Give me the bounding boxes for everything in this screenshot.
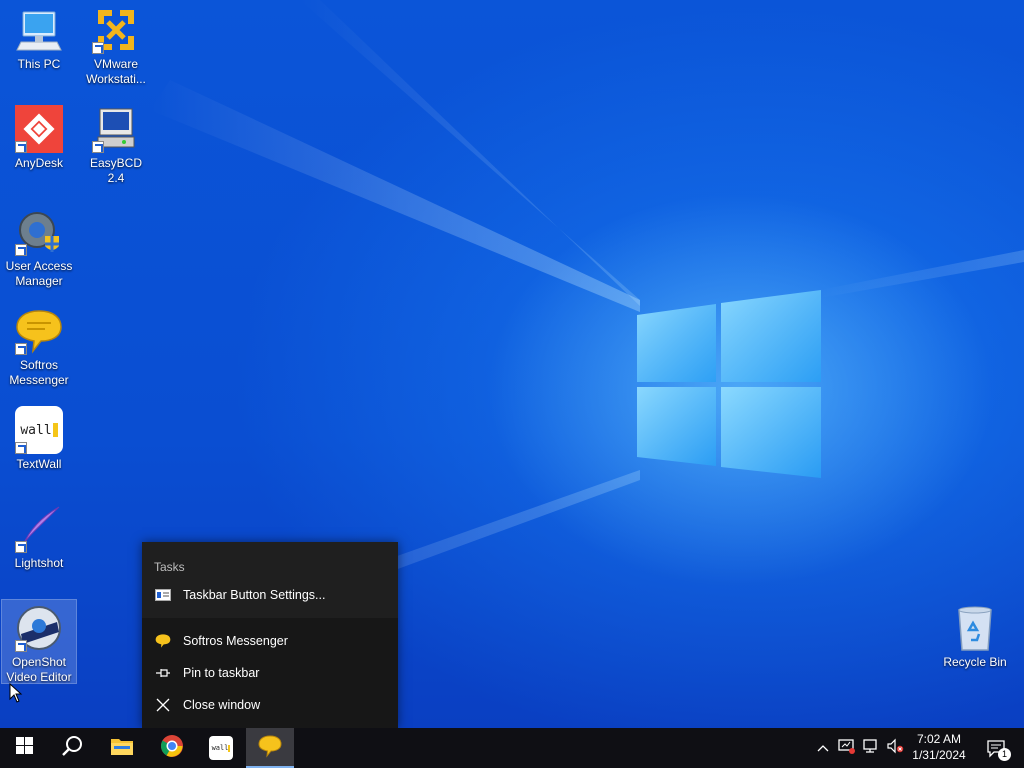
desktop-icon-label: Lightshot xyxy=(14,556,64,570)
desktop-icon-recycle-bin[interactable]: Recycle Bin xyxy=(938,600,1012,670)
shortcut-arrow-icon xyxy=(15,640,27,652)
desktop-icon-label: Recycle Bin xyxy=(943,655,1007,669)
shortcut-arrow-icon xyxy=(15,141,27,153)
desktop-icon-this-pc[interactable]: This PC xyxy=(2,2,76,72)
desktop-icon-lightshot[interactable]: Lightshot xyxy=(2,501,76,571)
lightshot-icon xyxy=(15,505,63,553)
show-hidden-icons-button[interactable] xyxy=(812,728,834,768)
chrome-icon xyxy=(160,734,184,763)
desktop-icon-openshot[interactable]: OpenShot Video Editor xyxy=(1,599,77,684)
menu-item-label: Close window xyxy=(183,698,261,712)
desktop-icon-label: User Access Manager xyxy=(5,259,73,288)
search-button[interactable] xyxy=(48,728,96,768)
mouse-cursor-icon xyxy=(9,683,23,703)
desktop-icon-vmware[interactable]: VMware Workstati... xyxy=(79,2,153,87)
textwall-logo-text: wall xyxy=(20,422,52,438)
user-access-manager-icon xyxy=(15,208,63,256)
taskbar-textwall[interactable]: wall xyxy=(197,728,245,768)
taskbar-chrome[interactable] xyxy=(148,728,196,768)
desktop-icon-label: Softros Messenger xyxy=(9,358,69,387)
jump-list-tasks-header: Tasks xyxy=(154,560,185,574)
shortcut-arrow-icon xyxy=(15,244,27,256)
shortcut-arrow-icon xyxy=(92,141,104,153)
desktop-icon-user-access-manager[interactable]: User Access Manager xyxy=(2,204,76,289)
search-icon xyxy=(61,735,83,762)
softros-messenger-icon xyxy=(154,632,172,650)
textwall-icon: wall xyxy=(209,736,233,760)
jump-list-actions: Softros Messenger Pin to taskbar Close w… xyxy=(142,618,398,728)
close-icon xyxy=(154,696,172,714)
shortcut-arrow-icon xyxy=(15,442,27,454)
clock-date: 1/31/2024 xyxy=(912,748,966,762)
desktop-icon-easybcd[interactable]: EasyBCD 2.4 xyxy=(79,101,153,186)
pin-icon xyxy=(154,664,172,682)
this-pc-icon xyxy=(15,6,63,54)
taskbar-file-explorer[interactable] xyxy=(98,728,146,768)
tray-network-alert[interactable] xyxy=(836,728,858,768)
volume-muted-icon xyxy=(886,738,904,759)
shortcut-arrow-icon xyxy=(15,343,27,355)
desktop-icon-anydesk[interactable]: AnyDesk xyxy=(2,101,76,171)
menu-item-pin-to-taskbar[interactable]: Pin to taskbar xyxy=(142,658,398,688)
taskbar-softros-messenger[interactable] xyxy=(246,728,294,768)
notification-icon: 1 xyxy=(986,738,1011,761)
tray-network[interactable] xyxy=(860,728,882,768)
action-center-button[interactable]: 1 xyxy=(978,728,1014,768)
shortcut-arrow-icon xyxy=(92,42,104,54)
desktop-icon-textwall[interactable]: wall TextWall xyxy=(2,402,76,472)
softros-messenger-icon xyxy=(15,307,63,355)
openshot-icon xyxy=(15,604,63,652)
desktop-icon-softros-messenger[interactable]: Softros Messenger xyxy=(2,303,76,388)
desktop-icon-label: This PC xyxy=(17,57,61,71)
notification-count-badge: 1 xyxy=(998,748,1011,761)
menu-item-softros-messenger[interactable]: Softros Messenger xyxy=(142,626,398,656)
clock-time: 7:02 AM xyxy=(916,732,962,746)
textwall-taskbar-text: wall xyxy=(211,744,229,752)
recycle-bin-icon xyxy=(951,604,999,652)
tray-volume[interactable] xyxy=(884,728,906,768)
desktop-icon-label: TextWall xyxy=(16,457,62,471)
menu-item-taskbar-button-settings[interactable]: Taskbar Button Settings... xyxy=(142,580,398,610)
softros-messenger-icon xyxy=(258,734,282,763)
desktop-icon-label: VMware Workstati... xyxy=(86,57,146,86)
folder-icon xyxy=(110,736,134,761)
easybcd-icon xyxy=(92,105,140,153)
taskbar: wall 7:02 AM 1/31/2024 1 xyxy=(0,728,1024,768)
vmware-icon xyxy=(92,6,140,54)
menu-item-close-window[interactable]: Close window xyxy=(142,690,398,720)
network-icon xyxy=(862,738,880,759)
taskbar-jump-list: Tasks Taskbar Button Settings... Softros… xyxy=(142,542,398,728)
chevron-up-icon xyxy=(817,739,829,757)
windows-logo-icon xyxy=(15,737,33,759)
tray-clock[interactable]: 7:02 AM 1/31/2024 xyxy=(906,728,972,768)
anydesk-icon xyxy=(15,105,63,153)
desktop-icon-label: EasyBCD 2.4 xyxy=(89,156,142,185)
textwall-icon: wall xyxy=(15,406,63,454)
menu-item-label: Taskbar Button Settings... xyxy=(183,588,326,602)
settings-panel-icon xyxy=(154,586,172,604)
menu-item-label: Softros Messenger xyxy=(183,634,288,648)
desktop-icon-label: AnyDesk xyxy=(14,156,64,170)
menu-item-label: Pin to taskbar xyxy=(183,666,260,680)
desktop-icon-label: OpenShot Video Editor xyxy=(6,655,72,684)
network-alert-icon xyxy=(838,738,856,759)
shortcut-arrow-icon xyxy=(15,541,27,553)
start-button[interactable] xyxy=(0,728,48,768)
